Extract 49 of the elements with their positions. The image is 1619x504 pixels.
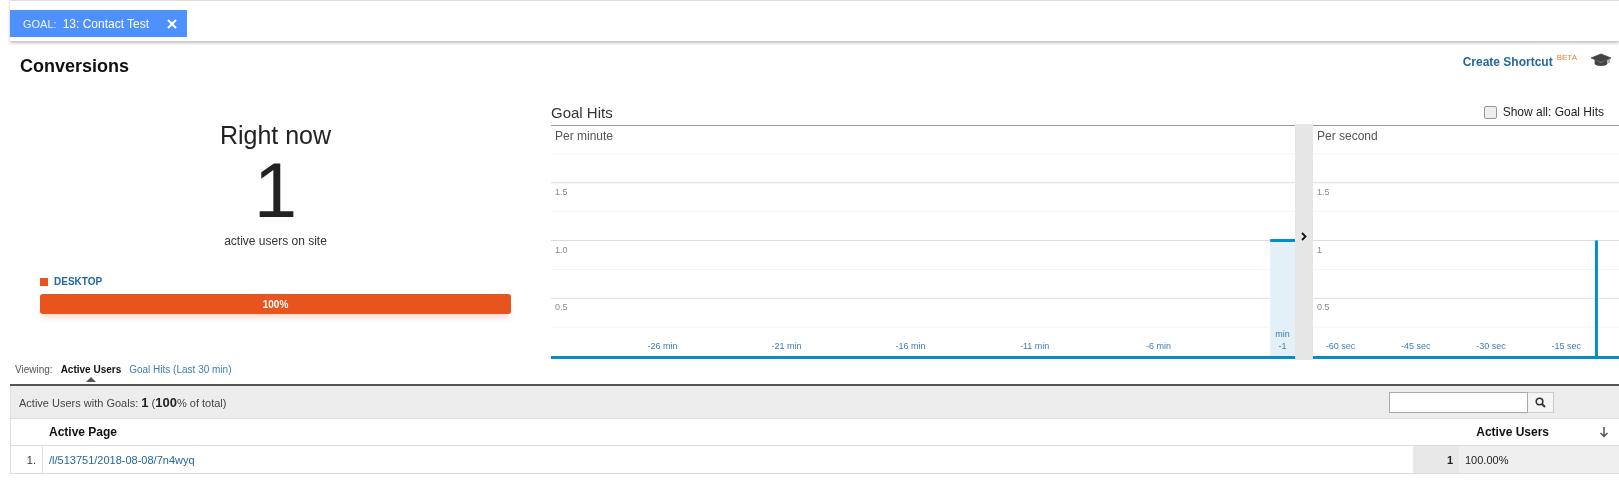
y-tick-label: 1	[1317, 244, 1322, 255]
show-all-label: Show all: Goal Hits	[1502, 105, 1604, 119]
chart-title: Per minute	[555, 129, 614, 143]
search-button[interactable]	[1528, 391, 1554, 413]
table-cell: 1	[1413, 446, 1459, 473]
column-header[interactable]: Active Page	[43, 425, 1413, 439]
table-cell: 100.00%	[1459, 446, 1619, 473]
y-tick-label: 1.0	[555, 244, 568, 255]
x-tick-label: -16 min	[895, 341, 926, 351]
x-tick-label: min -1	[1275, 329, 1290, 351]
search-icon	[1535, 396, 1546, 408]
graduation-cap-icon[interactable]	[1591, 53, 1611, 67]
create-shortcut-link[interactable]: Create Shortcut	[1462, 55, 1553, 69]
x-tick-label: -30 sec	[1476, 341, 1506, 351]
page-title: Conversions	[20, 55, 130, 77]
checkbox[interactable]	[1483, 105, 1497, 119]
viewing-label: Viewing:	[15, 364, 53, 376]
sort-arrow-icon[interactable]	[1599, 426, 1609, 438]
chart-title: Per second	[1317, 129, 1378, 143]
right-now-heading: Right now	[219, 121, 332, 150]
beta-label: BETA	[1556, 53, 1577, 62]
filter-value: 13: Contact Test	[62, 16, 150, 31]
search-field[interactable]	[1389, 391, 1528, 413]
active-user-count: 1	[253, 152, 298, 228]
y-tick-label: 0.5	[1317, 302, 1330, 313]
x-tick-label: -21 min	[771, 341, 802, 351]
filter-label: GOAL:	[23, 17, 57, 30]
count-caption: active users on site	[224, 234, 327, 248]
x-tick-label: -45 sec	[1401, 341, 1431, 351]
column-header[interactable]: Active Users	[1462, 425, 1599, 439]
x-tick-label: -26 min	[647, 341, 678, 351]
chart-bar[interactable]	[1270, 239, 1295, 356]
close-icon[interactable]	[167, 18, 178, 29]
x-tick-label: -15 sec	[1551, 341, 1582, 351]
chart-heading: Goal Hits	[551, 103, 613, 121]
y-tick-label: 0.5	[555, 302, 568, 313]
x-tick-label: -11 min	[1019, 341, 1050, 351]
view-tab[interactable]: Active Users	[60, 364, 122, 382]
y-tick-label: 1.5	[555, 186, 568, 197]
page-link[interactable]: /l/513751/2018-08-08/7n4wyq	[43, 453, 195, 466]
view-tab[interactable]: Goal Hits (Last 30 min)	[129, 364, 232, 382]
x-tick-label: -6 min	[1146, 341, 1172, 351]
device-label: DESKTOP	[54, 276, 103, 287]
y-tick-label: 1.5	[1317, 186, 1330, 197]
pointer-icon	[85, 377, 96, 382]
chevron-right-icon[interactable]	[1301, 231, 1307, 241]
share-reading: 100%	[262, 298, 289, 310]
summary-text: Active Users with Goals: 1 (100% of total)	[19, 394, 227, 410]
x-tick-label: -60 sec	[1325, 341, 1356, 351]
